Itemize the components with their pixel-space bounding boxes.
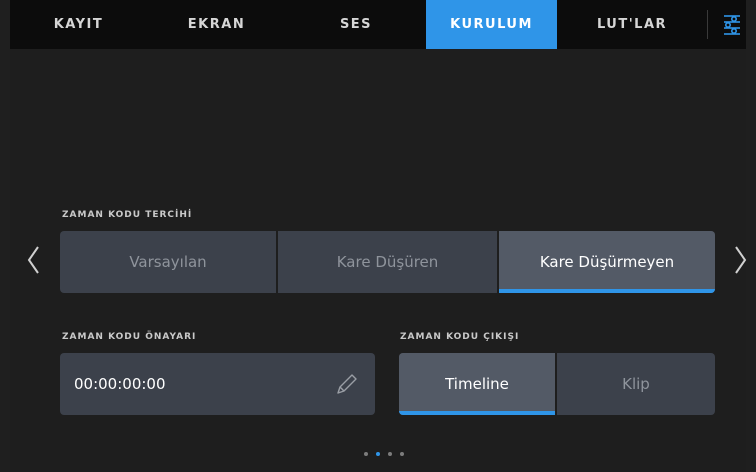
option-kare-dusurmeyen-label: Kare Düşürmeyen — [539, 253, 675, 271]
page-dot[interactable] — [388, 452, 392, 456]
tab-bar: KAYIT EKRAN SES KURULUM LUT'LAR — [10, 0, 746, 49]
tab-ses[interactable]: SES — [286, 0, 426, 49]
option-timeline-label: Timeline — [445, 375, 509, 393]
chevron-right-icon[interactable] — [732, 245, 748, 275]
timecode-output-selector: Timeline Klip — [399, 353, 715, 415]
option-kare-dusuren[interactable]: Kare Düşüren — [278, 231, 497, 293]
sliders-icon[interactable] — [718, 8, 746, 40]
option-klip[interactable]: Klip — [557, 353, 715, 415]
chevron-left-icon[interactable] — [26, 245, 42, 275]
selected-indicator — [499, 289, 715, 293]
pencil-icon[interactable] — [335, 372, 359, 396]
page-dot[interactable] — [364, 452, 368, 456]
tab-ekran[interactable]: EKRAN — [147, 0, 286, 49]
timecode-preference-selector: Varsayılan Kare Düşüren Kare Düşürmeyen — [60, 231, 715, 293]
timecode-output-label: ZAMAN KODU ÇIKIŞI — [400, 332, 520, 342]
timecode-preset-label: ZAMAN KODU ÖNAYARI — [62, 332, 197, 342]
tab-lutlar[interactable]: LUT'LAR — [557, 0, 707, 49]
tab-kayit[interactable]: KAYIT — [10, 0, 147, 49]
page-dot-active[interactable] — [376, 452, 380, 456]
timecode-preset-field[interactable]: 00:00:00:00 — [60, 353, 375, 415]
option-timeline[interactable]: Timeline — [399, 353, 555, 415]
timecode-preference-label: ZAMAN KODU TERCİHİ — [62, 210, 193, 220]
page-indicator — [364, 452, 412, 460]
timecode-preset-value: 00:00:00:00 — [74, 375, 166, 393]
camera-frame: KAYIT EKRAN SES KURULUM LUT'LAR ZAMAN KO… — [0, 0, 756, 472]
option-kare-dusurmeyen[interactable]: Kare Düşürmeyen — [499, 231, 715, 293]
option-varsayilan[interactable]: Varsayılan — [60, 231, 276, 293]
setup-screen: KAYIT EKRAN SES KURULUM LUT'LAR ZAMAN KO… — [10, 0, 748, 472]
tab-divider — [707, 10, 708, 39]
selected-indicator — [399, 411, 555, 415]
tab-kurulum[interactable]: KURULUM — [426, 0, 557, 49]
page-dot[interactable] — [400, 452, 404, 456]
